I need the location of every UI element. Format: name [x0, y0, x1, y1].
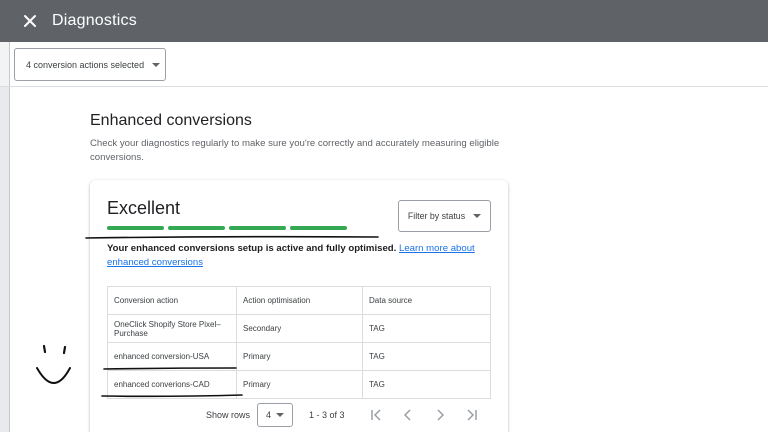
chevron-left-icon — [403, 409, 411, 421]
cell-conversion-action: OneClick Shopify Store Pixel–Purchase — [107, 314, 237, 343]
conversion-actions-dropdown[interactable]: 4 conversion actions selected — [14, 48, 166, 81]
top-app-bar: Diagnostics — [0, 0, 768, 42]
show-rows-label: Show rows — [206, 410, 251, 420]
cell-action-optimisation: Primary — [236, 342, 363, 371]
page-title: Diagnostics — [52, 12, 137, 29]
page-range: 1 - 3 of 3 — [309, 410, 345, 420]
next-page-button[interactable] — [424, 403, 456, 427]
chevron-down-icon — [473, 214, 482, 218]
status-message-text: Your enhanced conversions setup is activ… — [107, 243, 397, 254]
rows-per-page-value: 4 — [266, 410, 272, 420]
table-header-row: Conversion action Action optimisation Da… — [107, 286, 491, 315]
smiley-face-icon — [36, 344, 71, 384]
cell-action-optimisation: Secondary — [236, 314, 363, 343]
column-header: Data source — [362, 286, 491, 315]
status-level-bar — [107, 226, 347, 230]
rows-per-page-dropdown[interactable]: 4 — [257, 403, 294, 427]
section-title: Enhanced conversions — [90, 112, 252, 129]
pagination: Show rows 4 1 - 3 of 3 — [107, 400, 491, 430]
status-message: Your enhanced conversions setup is activ… — [107, 242, 487, 270]
background-page-edge-lower — [0, 87, 10, 432]
previous-page-button[interactable] — [392, 403, 424, 427]
cell-data-source: TAG — [362, 314, 491, 343]
selector-strip: 4 conversion actions selected — [0, 42, 768, 87]
table-row: enhanced conversion-USA Primary TAG — [107, 342, 491, 371]
chevron-right-icon — [437, 409, 444, 421]
cell-data-source: TAG — [362, 342, 491, 371]
last-page-icon — [467, 409, 477, 421]
first-page-button[interactable] — [360, 403, 392, 427]
filter-by-status-dropdown[interactable]: Filter by status — [398, 200, 491, 232]
last-page-button[interactable] — [456, 403, 488, 427]
status-segment — [107, 226, 164, 230]
conversion-table: Conversion action Action optimisation Da… — [107, 286, 491, 399]
first-page-icon — [370, 409, 381, 421]
cell-data-source: TAG — [362, 370, 491, 399]
table-row: enhanced converions-CAD Primary TAG — [107, 370, 491, 399]
section-description: Check your diagnostics regularly to make… — [90, 138, 500, 163]
status-segment — [229, 226, 286, 230]
status-segment — [168, 226, 225, 230]
status-segment — [290, 226, 347, 230]
column-header: Action optimisation — [236, 286, 363, 315]
background-page-edge — [0, 42, 10, 86]
chevron-down-icon — [276, 413, 285, 417]
filter-label: Filter by status — [407, 211, 466, 221]
chevron-down-icon — [152, 62, 161, 67]
cell-conversion-action: enhanced conversion-USA — [107, 342, 237, 371]
status-title: Excellent — [107, 198, 181, 218]
column-header: Conversion action — [107, 286, 237, 315]
diagnostics-card: Excellent Filter by status Your enhanced… — [90, 180, 508, 432]
cell-action-optimisation: Primary — [236, 370, 363, 399]
table-row: OneClick Shopify Store Pixel–Purchase Se… — [107, 314, 491, 343]
close-icon — [24, 15, 36, 27]
page-navigation — [360, 403, 488, 427]
close-button[interactable] — [9, 0, 51, 42]
cell-conversion-action: enhanced converions-CAD — [107, 370, 237, 399]
conversion-actions-label: 4 conversion actions selected — [26, 59, 145, 70]
